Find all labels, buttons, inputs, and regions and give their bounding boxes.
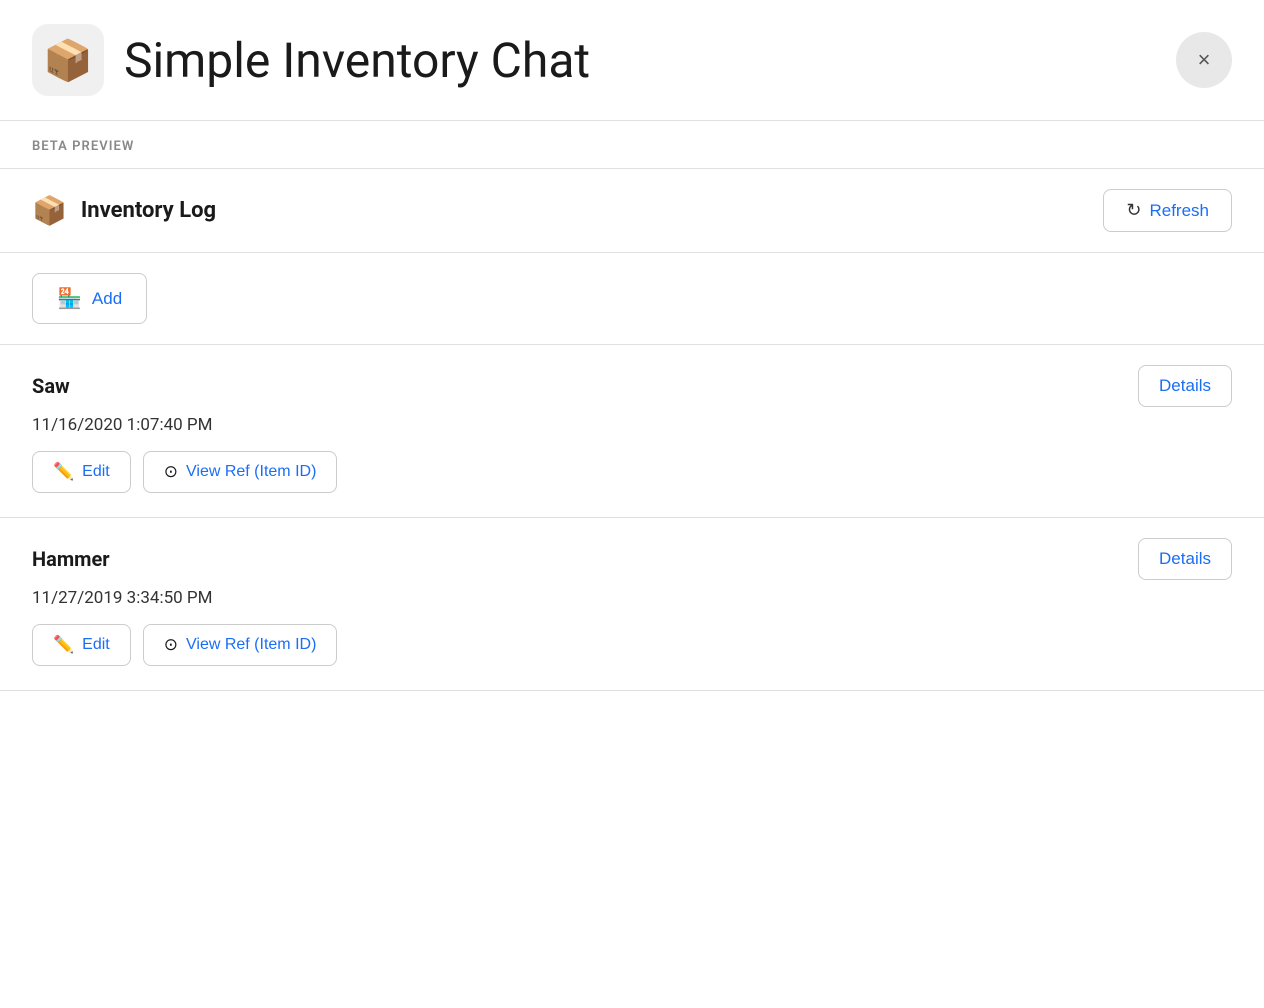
details-label: Details (1159, 376, 1211, 395)
section-icon: 📦 (32, 194, 67, 227)
edit-icon: ✏️ (53, 462, 74, 482)
list-item: Hammer Details 11/27/2019 3:34:50 PM ✏️ … (0, 518, 1264, 691)
details-label: Details (1159, 549, 1211, 568)
view-ref-label: View Ref (Item ID) (186, 636, 316, 654)
item-header: Saw Details (32, 365, 1232, 407)
add-area: 🏪 Add (0, 253, 1264, 345)
item-name: Saw (32, 374, 70, 398)
view-ref-button[interactable]: ⊙ View Ref (Item ID) (143, 451, 338, 493)
section-header-left: 📦 Inventory Log (32, 194, 216, 227)
header-left: 📦 Simple Inventory Chat (32, 24, 590, 96)
add-button[interactable]: 🏪 Add (32, 273, 147, 324)
item-header: Hammer Details (32, 538, 1232, 580)
edit-label: Edit (82, 463, 110, 481)
item-date: 11/16/2020 1:07:40 PM (32, 415, 1232, 435)
item-actions: ✏️ Edit ⊙ View Ref (Item ID) (32, 624, 1232, 666)
view-ref-button[interactable]: ⊙ View Ref (Item ID) (143, 624, 338, 666)
list-item: Saw Details 11/16/2020 1:07:40 PM ✏️ Edi… (0, 345, 1264, 518)
add-label: Add (92, 289, 122, 309)
item-name: Hammer (32, 547, 110, 571)
refresh-label: Refresh (1149, 201, 1209, 221)
close-icon: × (1198, 47, 1211, 73)
edit-label: Edit (82, 636, 110, 654)
beta-label: BETA PREVIEW (32, 139, 134, 154)
edit-button[interactable]: ✏️ Edit (32, 451, 131, 493)
item-date: 11/27/2019 3:34:50 PM (32, 588, 1232, 608)
app-icon: 📦 (32, 24, 104, 96)
close-button[interactable]: × (1176, 32, 1232, 88)
beta-banner: BETA PREVIEW (0, 121, 1264, 169)
app-header: 📦 Simple Inventory Chat × (0, 0, 1264, 121)
details-button[interactable]: Details (1138, 538, 1232, 580)
edit-icon: ✏️ (53, 635, 74, 655)
item-actions: ✏️ Edit ⊙ View Ref (Item ID) (32, 451, 1232, 493)
view-ref-icon: ⊙ (164, 635, 178, 655)
refresh-icon: ↻ (1126, 200, 1141, 221)
view-ref-icon: ⊙ (164, 462, 178, 482)
refresh-button[interactable]: ↻ Refresh (1103, 189, 1232, 232)
edit-button[interactable]: ✏️ Edit (32, 624, 131, 666)
section-title: Inventory Log (81, 198, 216, 223)
app-title: Simple Inventory Chat (124, 32, 590, 89)
details-button[interactable]: Details (1138, 365, 1232, 407)
inventory-log-header: 📦 Inventory Log ↻ Refresh (0, 169, 1264, 253)
inventory-list: Saw Details 11/16/2020 1:07:40 PM ✏️ Edi… (0, 345, 1264, 691)
add-icon: 🏪 (57, 286, 82, 311)
view-ref-label: View Ref (Item ID) (186, 463, 316, 481)
